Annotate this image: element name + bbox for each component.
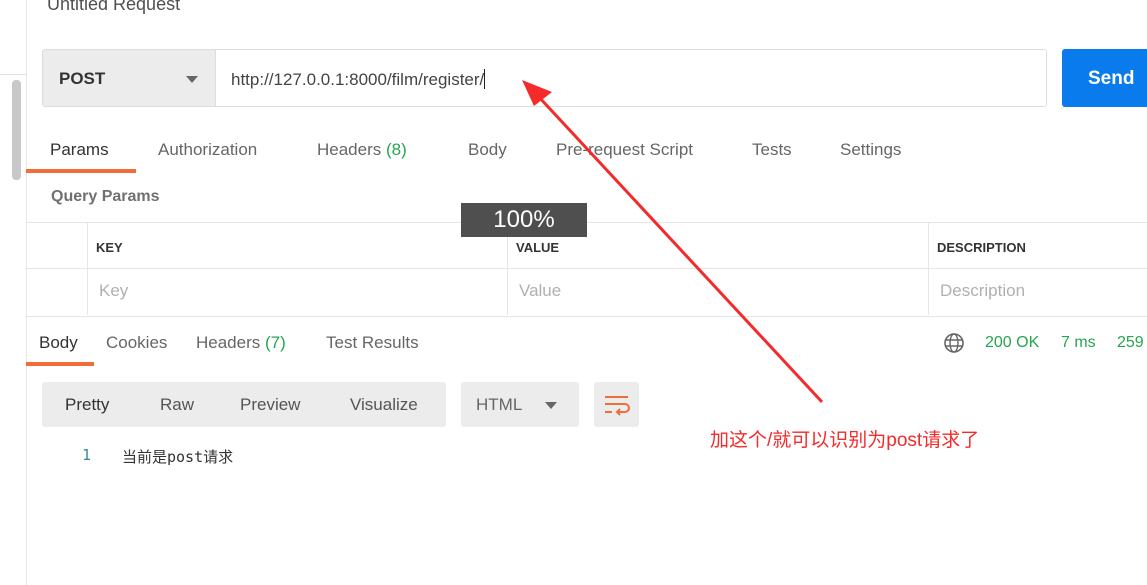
annotation-arrow <box>522 80 824 404</box>
annotation-text: 加这个/就可以识别为post请求了 <box>710 430 980 451</box>
